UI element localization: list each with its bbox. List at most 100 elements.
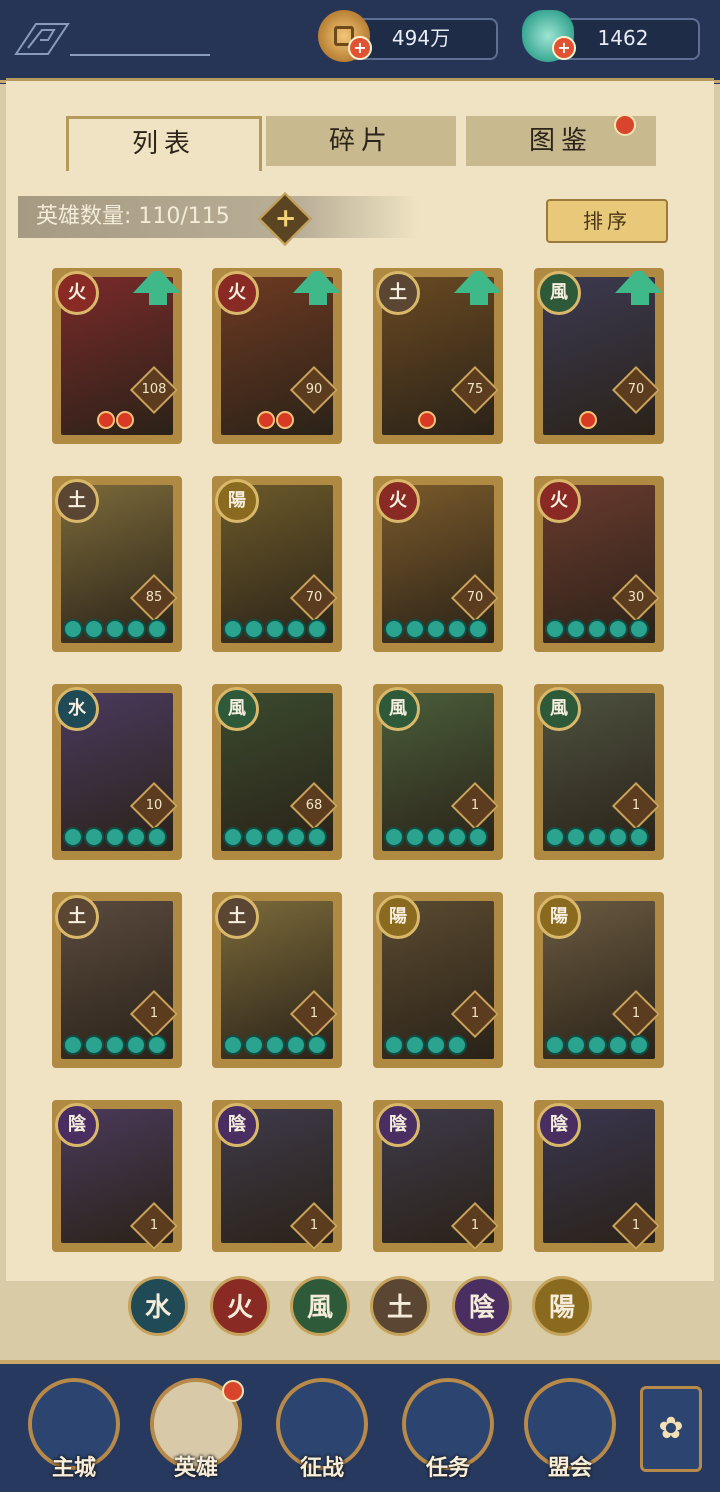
hero-star-row bbox=[545, 1035, 649, 1059]
element-filter-button[interactable]: 水 bbox=[128, 1276, 188, 1336]
hero-card[interactable]: 火 30 bbox=[534, 476, 664, 652]
element-badge: 火 bbox=[376, 479, 420, 523]
star-token-icon bbox=[307, 827, 327, 847]
hero-card[interactable]: 風1 bbox=[373, 684, 503, 860]
hero-star-row bbox=[223, 619, 327, 643]
hero-level: 1 bbox=[309, 1006, 319, 1021]
star-token-icon bbox=[587, 827, 607, 847]
star-token-icon bbox=[426, 827, 446, 847]
hero-level: 1 bbox=[470, 798, 480, 813]
star-token-icon bbox=[147, 827, 167, 847]
header-divider bbox=[70, 54, 210, 56]
back-logo-icon[interactable] bbox=[14, 22, 70, 56]
nav-label: 盟会 bbox=[547, 1456, 592, 1481]
element-filter-button[interactable]: 風 bbox=[290, 1276, 350, 1336]
hero-card[interactable]: 風 68 bbox=[212, 684, 342, 860]
hero-notification-dot bbox=[222, 1380, 244, 1402]
hero-star-row bbox=[545, 827, 649, 851]
element-badge: 火 bbox=[55, 271, 99, 315]
star-token-icon bbox=[629, 619, 649, 639]
hero-card[interactable]: 火 108 bbox=[52, 268, 182, 444]
hero-card[interactable]: 陰1 bbox=[373, 1100, 503, 1252]
menu-flower-icon[interactable]: ✿ bbox=[640, 1386, 702, 1472]
star-token-icon bbox=[426, 1035, 446, 1055]
element-badge: 火 bbox=[537, 479, 581, 523]
hero-star-row bbox=[384, 827, 488, 851]
hero-star-row bbox=[97, 411, 134, 435]
element-badge: 陰 bbox=[215, 1103, 259, 1147]
hero-card[interactable]: 陽1 bbox=[373, 892, 503, 1068]
star-token-icon bbox=[384, 619, 404, 639]
star-token-icon bbox=[223, 827, 243, 847]
fire-token-icon bbox=[418, 411, 436, 429]
hero-star-row bbox=[63, 1035, 167, 1059]
element-badge: 土 bbox=[55, 895, 99, 939]
tab-fragments[interactable]: 碎片 bbox=[266, 116, 456, 166]
star-token-icon bbox=[286, 1035, 306, 1055]
hero-level: 1 bbox=[631, 1006, 641, 1021]
star-token-icon bbox=[608, 619, 628, 639]
coin-value: 494万 bbox=[391, 26, 451, 50]
star-token-icon bbox=[545, 1035, 565, 1055]
star-token-icon bbox=[566, 1035, 586, 1055]
hero-card[interactable]: 火 90 bbox=[212, 268, 342, 444]
hero-card[interactable]: 陰1 bbox=[212, 1100, 342, 1252]
hero-card[interactable]: 土 75 bbox=[373, 268, 503, 444]
star-token-icon bbox=[265, 827, 285, 847]
star-token-icon bbox=[629, 827, 649, 847]
hero-level: 1 bbox=[309, 1218, 319, 1233]
star-token-icon bbox=[286, 619, 306, 639]
star-token-icon bbox=[384, 1035, 404, 1055]
star-token-icon bbox=[566, 619, 586, 639]
star-token-icon bbox=[468, 619, 488, 639]
jade-add-button[interactable]: + bbox=[552, 36, 576, 60]
hero-card[interactable]: 陰1 bbox=[534, 1100, 664, 1252]
upgrade-arrow-stem bbox=[631, 291, 649, 305]
hero-card[interactable]: 火 70 bbox=[373, 476, 503, 652]
element-badge: 土 bbox=[215, 895, 259, 939]
star-token-icon bbox=[84, 827, 104, 847]
hero-star-row bbox=[63, 619, 167, 643]
element-filter-button[interactable]: 火 bbox=[210, 1276, 270, 1336]
fire-token-icon bbox=[97, 411, 115, 429]
hero-star-row bbox=[384, 1035, 467, 1059]
hero-card[interactable]: 陽 70 bbox=[212, 476, 342, 652]
hero-star-row bbox=[223, 1035, 327, 1059]
hero-level: 85 bbox=[145, 590, 163, 605]
star-token-icon bbox=[405, 619, 425, 639]
upgrade-arrow-stem bbox=[309, 291, 327, 305]
fire-token-icon bbox=[116, 411, 134, 429]
hero-card[interactable]: 土1 bbox=[212, 892, 342, 1068]
hero-card[interactable]: 陽1 bbox=[534, 892, 664, 1068]
hero-card[interactable]: 水 10 bbox=[52, 684, 182, 860]
hero-star-row bbox=[223, 827, 327, 851]
hero-level: 70 bbox=[305, 590, 323, 605]
hero-card[interactable]: 風1 bbox=[534, 684, 664, 860]
hero-card[interactable]: 土1 bbox=[52, 892, 182, 1068]
star-token-icon bbox=[126, 619, 146, 639]
upgrade-arrow-icon bbox=[133, 271, 179, 293]
element-filter-button[interactable]: 陰 bbox=[452, 1276, 512, 1336]
element-badge: 風 bbox=[376, 687, 420, 731]
upgrade-arrow-icon bbox=[454, 271, 500, 293]
hero-star-row bbox=[579, 411, 597, 435]
star-token-icon bbox=[63, 1035, 83, 1055]
codex-notification-dot bbox=[614, 114, 636, 136]
hero-card[interactable]: 風 70 bbox=[534, 268, 664, 444]
hero-level: 30 bbox=[627, 590, 645, 605]
star-token-icon bbox=[307, 619, 327, 639]
hero-level: 1 bbox=[470, 1218, 480, 1233]
jade-value: 1462 bbox=[597, 26, 649, 50]
element-filter-button[interactable]: 陽 bbox=[532, 1276, 592, 1336]
element-badge: 陰 bbox=[55, 1103, 99, 1147]
coin-add-button[interactable]: + bbox=[348, 36, 372, 60]
upgrade-arrow-stem bbox=[470, 291, 488, 305]
sort-button[interactable]: 排序 bbox=[546, 199, 668, 243]
star-token-icon bbox=[405, 827, 425, 847]
element-badge: 陰 bbox=[376, 1103, 420, 1147]
tab-list[interactable]: 列表 bbox=[66, 116, 262, 171]
star-token-icon bbox=[244, 1035, 264, 1055]
element-filter-button[interactable]: 土 bbox=[370, 1276, 430, 1336]
hero-card[interactable]: 土 85 bbox=[52, 476, 182, 652]
hero-card[interactable]: 陰1 bbox=[52, 1100, 182, 1252]
